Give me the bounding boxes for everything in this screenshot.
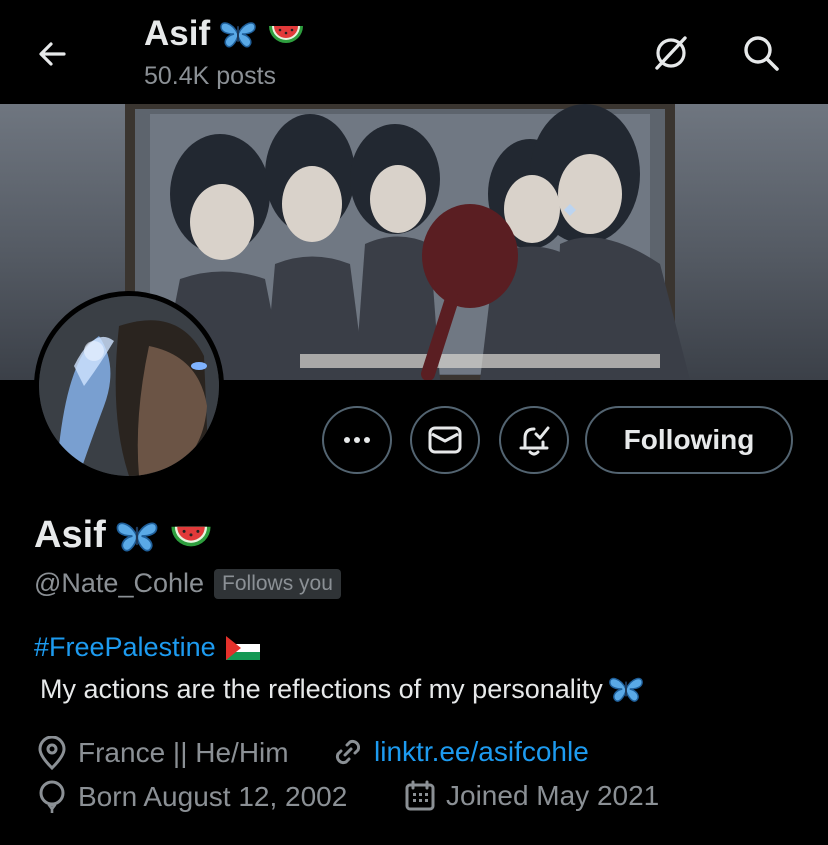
bio-text-row: My actions are the reflections of my per…	[40, 673, 645, 705]
butterfly-icon	[608, 677, 643, 702]
location-pin-icon	[38, 736, 66, 770]
grok-icon[interactable]	[650, 32, 692, 74]
butterfly-icon	[116, 521, 158, 551]
avatar-image	[39, 296, 219, 476]
link-icon	[335, 739, 361, 765]
header-title: Asif	[144, 14, 306, 54]
back-arrow-icon[interactable]	[34, 36, 70, 72]
calendar-icon	[405, 780, 435, 811]
header-name: Asif	[144, 14, 211, 53]
birthday-row: Born August 12, 2002	[36, 780, 347, 814]
balloon-icon	[39, 780, 65, 813]
bio-text: My actions are the reflections of my per…	[40, 673, 603, 704]
display-name: Asif	[34, 514, 106, 556]
butterfly-icon	[220, 22, 256, 48]
post-count: 50.4K posts	[144, 62, 277, 90]
search-icon[interactable]	[740, 32, 782, 74]
joined-text: Joined May 2021	[446, 780, 660, 811]
joined-row: Joined May 2021	[404, 780, 659, 812]
more-options-button[interactable]	[322, 406, 392, 474]
location-row: France || He/Him	[36, 736, 289, 770]
birthday-text: Born August 12, 2002	[78, 781, 348, 812]
top-bar: Asif 50.4K posts	[0, 0, 828, 104]
profile-link[interactable]: linktr.ee/asifcohle	[374, 736, 589, 768]
location-text: France || He/Him	[78, 737, 289, 768]
watermelon-icon	[269, 26, 304, 43]
bio-hashtag-row: #FreePalestine	[34, 632, 260, 663]
profile-name: Asif	[34, 514, 214, 557]
message-button[interactable]	[410, 406, 480, 474]
handle: @Nate_Cohle	[34, 568, 205, 598]
following-button[interactable]: Following	[585, 406, 793, 474]
more-dots-icon	[344, 437, 370, 443]
hashtag-link[interactable]: #FreePalestine	[34, 632, 216, 663]
link-row: linktr.ee/asifcohle	[332, 736, 589, 768]
handle-row: @Nate_Cohle Follows you	[34, 568, 341, 599]
bell-check-icon	[519, 426, 550, 456]
avatar[interactable]	[34, 291, 224, 481]
palestine-flag-icon	[225, 635, 260, 660]
watermelon-icon	[171, 526, 211, 546]
notifications-button[interactable]	[499, 406, 569, 474]
envelope-icon	[428, 426, 462, 454]
follows-you-badge: Follows you	[214, 568, 341, 599]
